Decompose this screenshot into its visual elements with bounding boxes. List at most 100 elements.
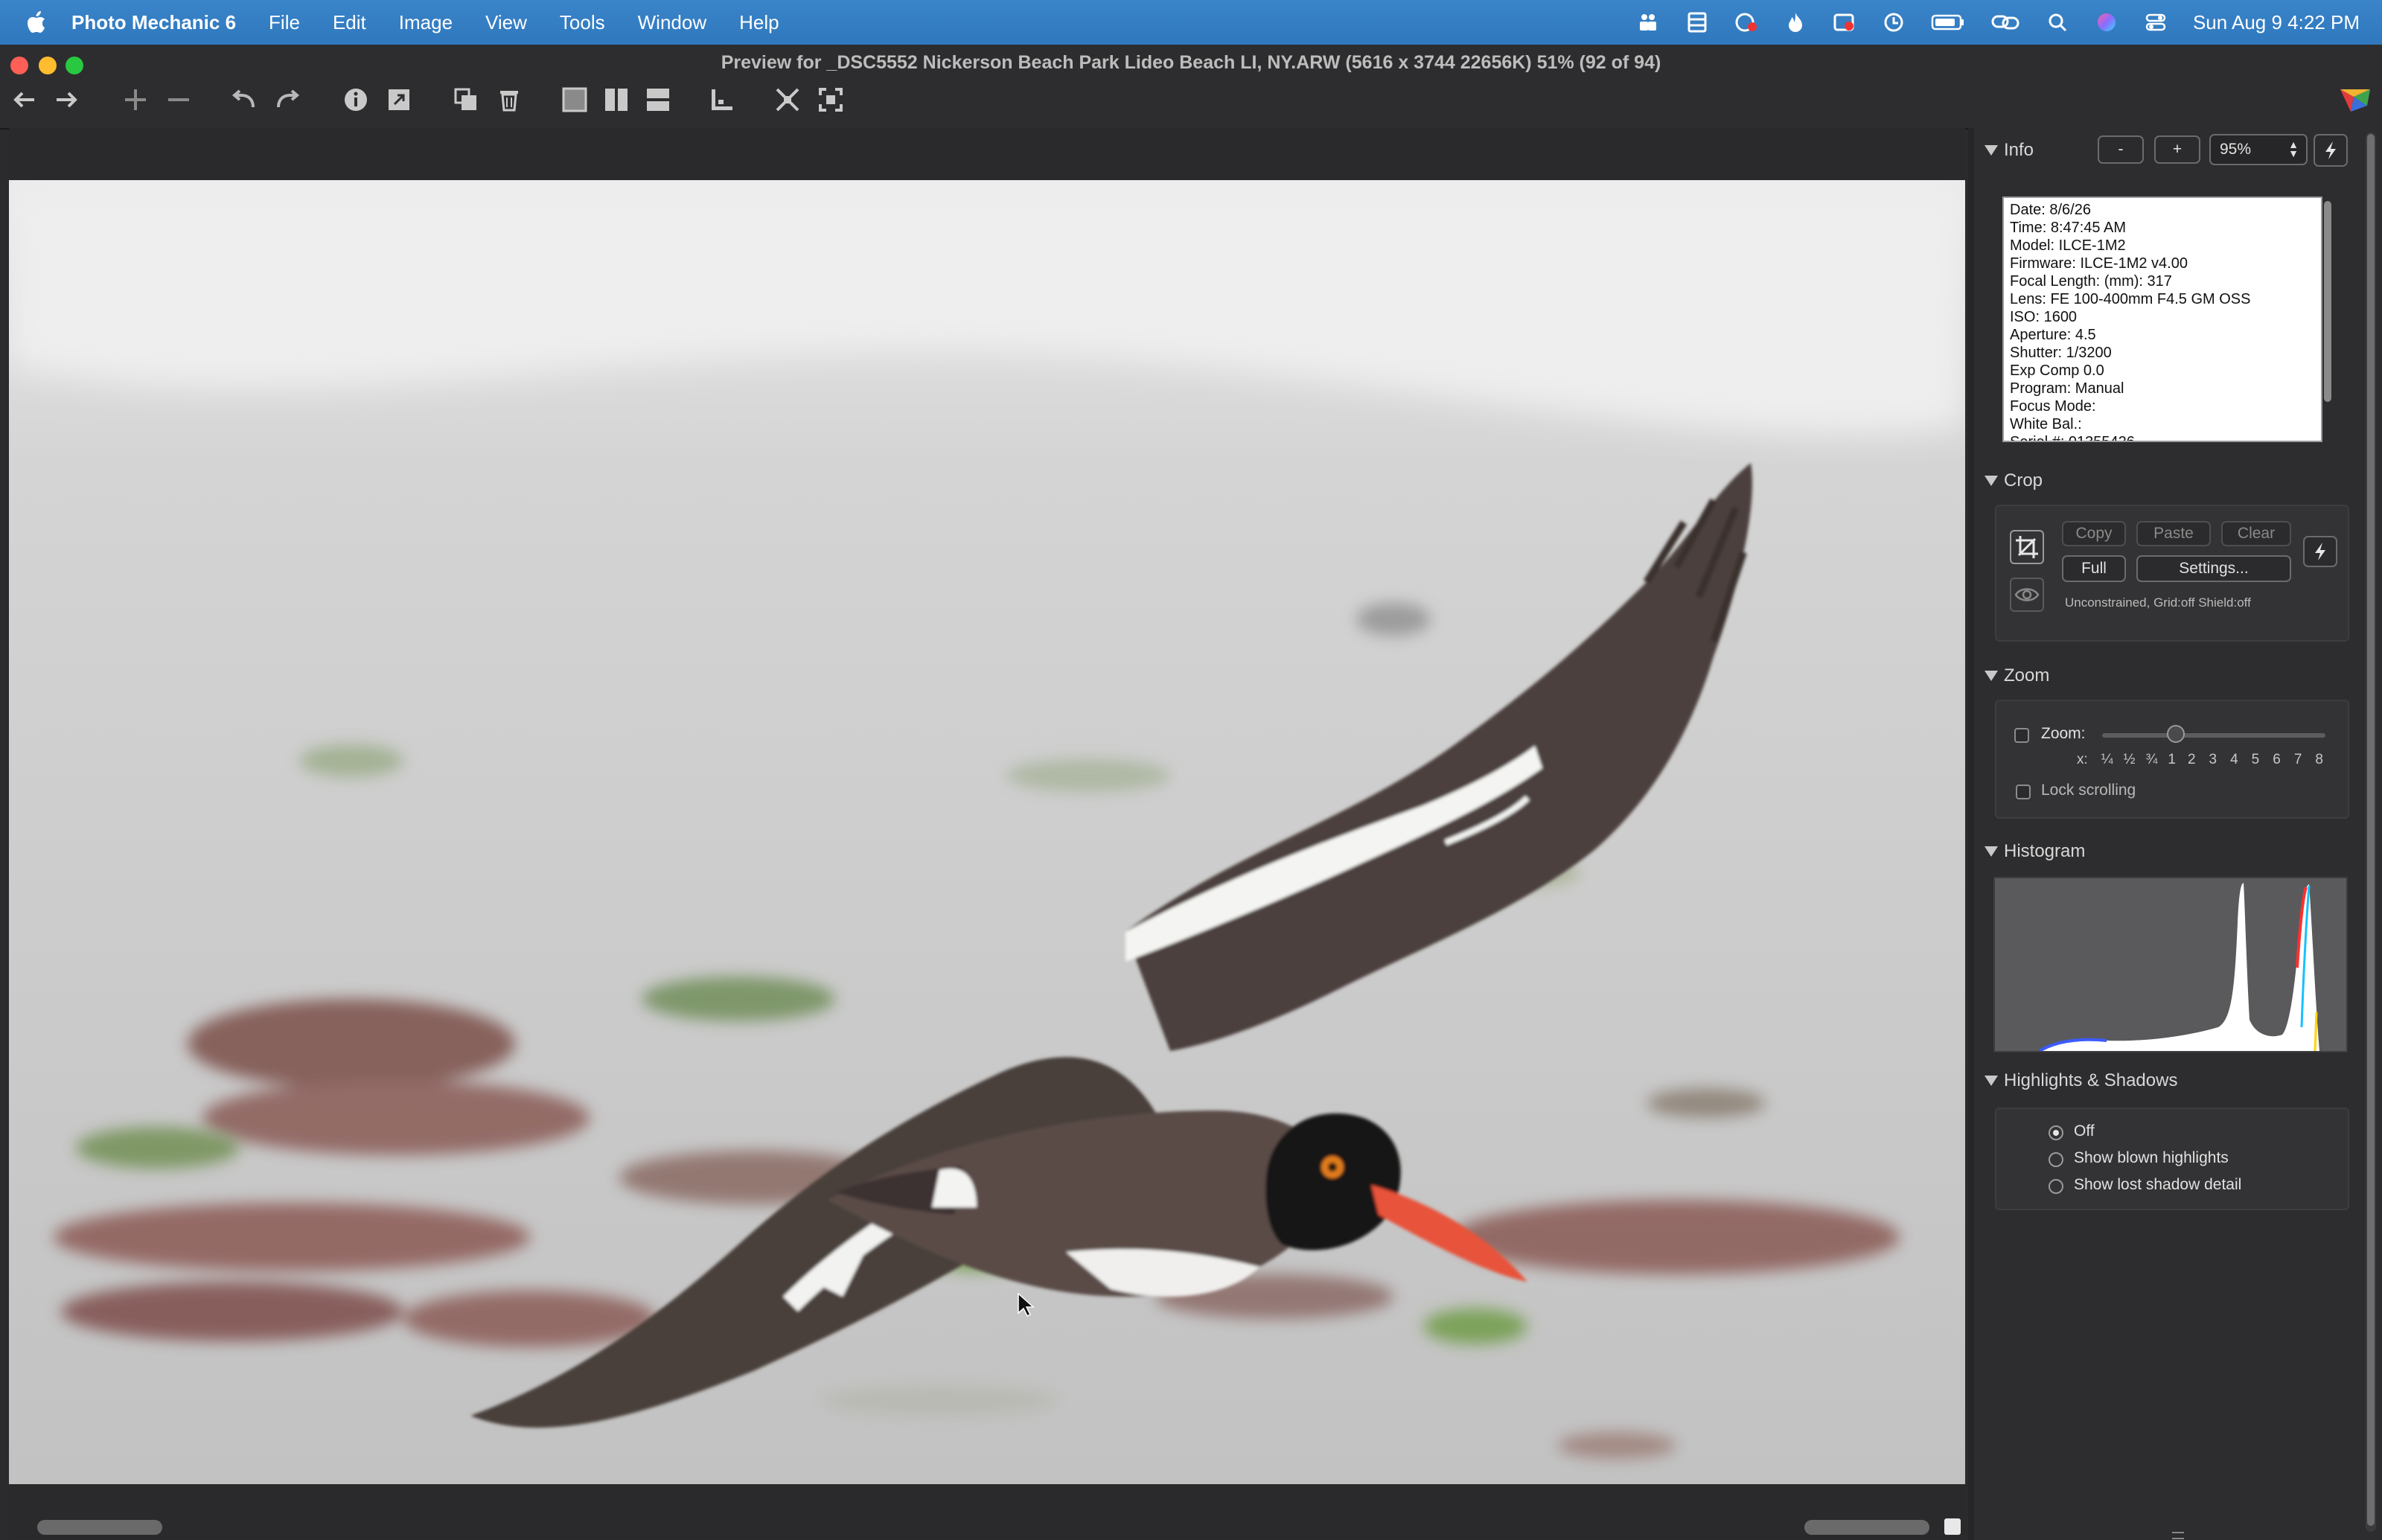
zoom-tick: 2 <box>2187 752 2196 767</box>
menubar-clock[interactable]: Sun Aug 9 4:22 PM <box>2193 11 2360 34</box>
search-icon[interactable] <box>2046 11 2069 33</box>
rotate-right-icon[interactable] <box>271 83 304 116</box>
info-metadata-box[interactable]: Date: 8/6/26 Time: 8:47:45 AM Model: ILC… <box>2002 197 2322 442</box>
align-icon[interactable] <box>706 83 738 116</box>
cloud-sync-icon[interactable] <box>1734 11 1758 33</box>
menu-bar: Photo Mechanic 6 File Edit Image View To… <box>0 0 2382 45</box>
crop-copy-button[interactable]: Copy <box>2062 521 2126 546</box>
zoom-label: Zoom: <box>2041 725 2086 742</box>
info-line: Serial #: 01355426 <box>2010 434 2135 442</box>
info-icon[interactable] <box>339 83 372 116</box>
menu-app-name[interactable]: Photo Mechanic 6 <box>71 11 236 34</box>
stacked-view-icon[interactable] <box>642 83 674 116</box>
info-line: Date: 8/6/26 <box>2010 202 2091 218</box>
window-title: Preview for _DSC5552 Nickerson Beach Par… <box>721 52 1661 73</box>
info-line: Focus Mode: <box>2010 398 2096 415</box>
crop-tool-icon[interactable] <box>2010 530 2044 564</box>
lock-scrolling-checkbox[interactable] <box>2016 785 2031 799</box>
menu-window[interactable]: Window <box>638 11 706 34</box>
info-line: Time: 8:47:45 AM <box>2010 220 2126 236</box>
radio-off[interactable] <box>2049 1125 2063 1140</box>
histogram-graph <box>1993 877 2348 1052</box>
zoom-slider[interactable] <box>2102 725 2325 743</box>
info-lightning-button[interactable] <box>2314 134 2348 167</box>
zoom-tick: 3 <box>2209 752 2217 767</box>
filmstrip-scroll-handle[interactable] <box>37 1520 162 1535</box>
film-icon[interactable] <box>1685 11 1709 33</box>
crop-settings-button[interactable]: Settings... <box>2136 555 2291 582</box>
disclosure-triangle-icon <box>1985 671 1998 681</box>
zoom-minus-button[interactable]: - <box>2098 135 2144 164</box>
menu-file[interactable]: File <box>269 11 300 34</box>
copy-icon[interactable] <box>450 83 482 116</box>
photo-preview[interactable] <box>9 180 1965 1484</box>
info-scrollbar[interactable] <box>2324 201 2331 402</box>
panel-resize-handle-icon[interactable] <box>2172 1532 2184 1539</box>
single-view-icon[interactable] <box>558 83 591 116</box>
histogram-section-header[interactable]: Histogram <box>1985 841 2085 862</box>
radio-show-blown-highlights-label[interactable]: Show blown highlights <box>2074 1149 2229 1167</box>
back-arrow-icon[interactable] <box>7 83 40 116</box>
zoom-tick: 8 <box>2315 752 2323 767</box>
forward-arrow-icon[interactable] <box>51 83 83 116</box>
zoom-title: Zoom <box>2004 665 2050 686</box>
panel-scrollbar[interactable] <box>2366 132 2376 1532</box>
zoom-tick: 6 <box>2273 752 2281 767</box>
fullscreen-icon[interactable] <box>814 83 847 116</box>
menu-edit[interactable]: Edit <box>333 11 366 34</box>
side-by-side-icon[interactable] <box>600 83 633 116</box>
info-title: Info <box>2004 140 2034 160</box>
zoom-tick: 5 <box>2251 752 2260 767</box>
trash-icon[interactable] <box>493 83 526 116</box>
radio-show-blown-highlights[interactable] <box>2049 1152 2063 1167</box>
time-machine-icon[interactable] <box>1882 11 1906 33</box>
radio-show-lost-shadow-detail[interactable] <box>2049 1179 2063 1194</box>
info-line: Exp Comp 0.0 <box>2010 362 2104 379</box>
tag-remove-icon[interactable] <box>162 83 195 116</box>
apple-icon[interactable] <box>27 11 46 33</box>
corner-checkbox[interactable] <box>1944 1518 1961 1535</box>
info-section-header[interactable]: Info <box>1985 140 2034 161</box>
record-icon[interactable] <box>1833 11 1856 33</box>
panel-divider[interactable] <box>1968 128 1974 1540</box>
info-line: ISO: 1600 <box>2010 309 2078 325</box>
zoom-tick-labels: x: ¼ ½ ¾ 1 2 3 4 5 6 7 8 <box>2077 752 2323 768</box>
radio-show-lost-shadow-detail-label[interactable]: Show lost shadow detail <box>2074 1176 2241 1194</box>
menu-tools[interactable]: Tools <box>560 11 605 34</box>
flame-icon[interactable] <box>1784 11 1807 33</box>
control-center-icon[interactable] <box>2144 11 2168 33</box>
zoom-tick: ¼ <box>2101 752 2113 767</box>
crop-shield-eye-icon[interactable] <box>2010 578 2044 612</box>
fit-icon[interactable] <box>771 83 804 116</box>
link-icon[interactable] <box>1990 11 2020 33</box>
stepper-arrows-icon: ▲ ▼ <box>2288 138 2299 159</box>
menu-help[interactable]: Help <box>739 11 779 34</box>
crop-section-header[interactable]: Crop <box>1985 470 2043 491</box>
rotate-left-icon[interactable] <box>228 83 261 116</box>
people-icon[interactable] <box>1636 11 1660 33</box>
siri-icon[interactable] <box>2095 11 2118 33</box>
menu-image[interactable]: Image <box>399 11 453 34</box>
zoom-slider-knob[interactable] <box>2167 725 2185 743</box>
info-line: Aperture: 4.5 <box>2010 327 2096 343</box>
crop-clear-button[interactable]: Clear <box>2221 521 2291 546</box>
battery-icon <box>1931 11 1965 33</box>
crop-lightning-button[interactable] <box>2303 536 2337 567</box>
info-line: Program: Manual <box>2010 380 2124 397</box>
crop-full-button[interactable]: Full <box>2062 555 2126 582</box>
highlights-section-header[interactable]: Highlights & Shadows <box>1985 1070 2177 1091</box>
crop-paste-button[interactable]: Paste <box>2136 521 2211 546</box>
horizontal-scrollbar-thumb[interactable] <box>1804 1520 1929 1535</box>
radio-off-label[interactable]: Off <box>2074 1122 2095 1140</box>
tag-add-icon[interactable] <box>119 83 152 116</box>
info-zoom-select[interactable]: 95% ▲ ▼ <box>2209 134 2308 165</box>
open-image-icon[interactable] <box>383 83 415 116</box>
disclosure-triangle-icon <box>1985 846 1998 857</box>
info-line: Model: ILCE-1M2 <box>2010 237 2126 254</box>
app-logo <box>2337 83 2372 116</box>
zoom-tick: ½ <box>2123 752 2136 767</box>
zoom-checkbox[interactable] <box>2014 728 2029 743</box>
zoom-plus-button[interactable]: + <box>2154 135 2200 164</box>
zoom-section-header[interactable]: Zoom <box>1985 665 2049 686</box>
menu-view[interactable]: View <box>485 11 527 34</box>
